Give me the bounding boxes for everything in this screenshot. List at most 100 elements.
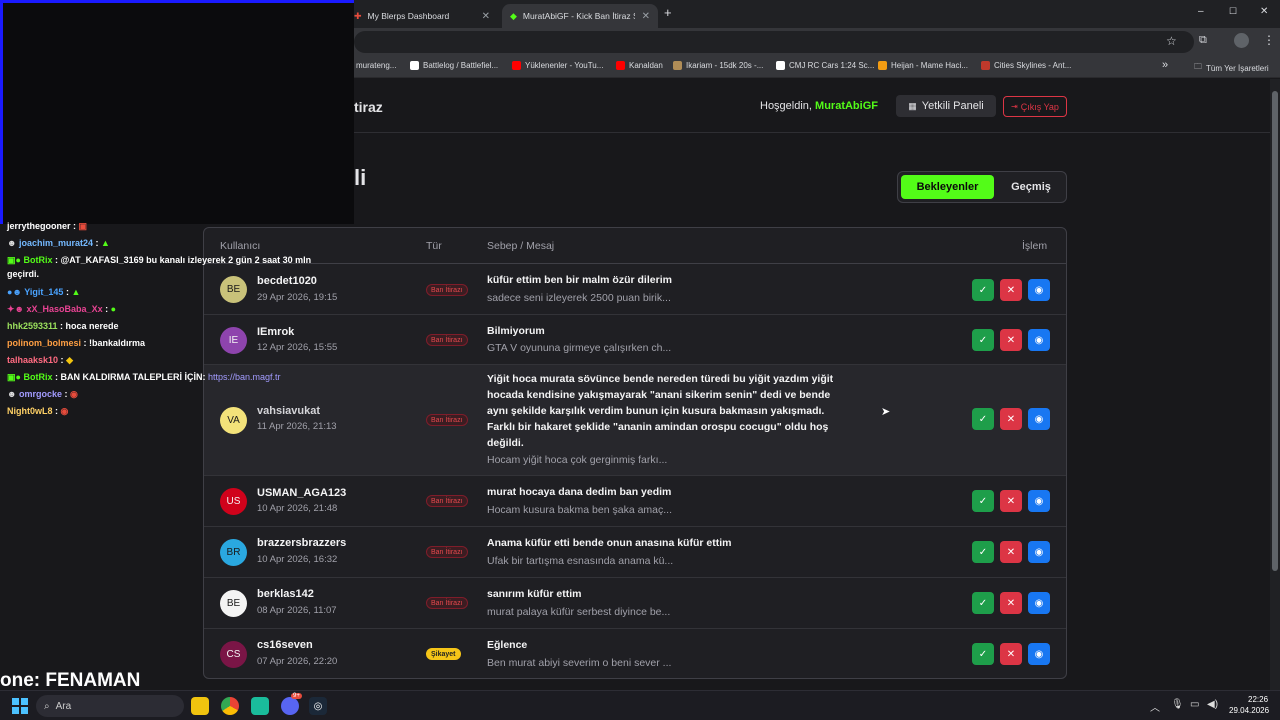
welcome-text: Hoşgeldin, MuratAbiGF <box>760 100 878 112</box>
tab-blerps[interactable]: ✚ My Blerps Dashboard ✕ <box>346 4 498 28</box>
view-button[interactable]: ◉ <box>1028 329 1050 351</box>
address-bar[interactable] <box>354 31 1194 53</box>
table-row: BR brazzersbrazzers 10 Apr 2026, 16:32 B… <box>204 527 1066 578</box>
reject-button[interactable]: ✕ <box>1000 329 1022 351</box>
row-message: murat palaya küfür serbest diyince be... <box>487 606 671 618</box>
bookmark-item[interactable]: murateng... <box>356 61 396 70</box>
type-badge: Ban İtirazı <box>426 334 468 346</box>
bookmark-item[interactable]: Heijan - Mame Haci... <box>878 61 968 70</box>
approve-button[interactable]: ✓ <box>972 541 994 563</box>
extensions-icon[interactable]: ⧉ <box>1199 34 1207 47</box>
bookmarks-overflow-button[interactable]: » <box>1162 59 1168 71</box>
chat-line: talhaaksk10 : ◆ <box>7 355 73 366</box>
close-icon[interactable]: ✕ <box>482 11 490 22</box>
tray-chevron-icon[interactable]: ︿ <box>1150 699 1160 714</box>
stream-overlay-text: one: FENAMAN <box>0 670 141 691</box>
bookmark-item[interactable]: Kanaldan <box>616 61 663 70</box>
approve-button[interactable]: ✓ <box>972 408 994 430</box>
site-title: tiraz <box>354 99 383 115</box>
chat-link[interactable]: https://ban.magf.tr <box>208 372 281 382</box>
view-button[interactable]: ◉ <box>1028 541 1050 563</box>
row-username: brazzersbrazzers <box>257 537 347 549</box>
bookmark-item[interactable]: Cities Skylines - Ant... <box>981 61 1071 70</box>
chat-line: ✦☻ xX_HasoBaba_Xx : ● <box>7 304 116 315</box>
row-subject: Bilmiyorum <box>487 325 545 337</box>
scrollbar-thumb[interactable] <box>1272 91 1278 571</box>
reject-button[interactable]: ✕ <box>1000 643 1022 665</box>
view-button[interactable]: ◉ <box>1028 592 1050 614</box>
discord-icon[interactable]: 9+ <box>281 693 302 715</box>
row-date: 11 Apr 2026, 21:13 <box>257 421 337 432</box>
close-icon[interactable]: ✕ <box>642 11 650 22</box>
chat-username: talhaaksk10 <box>7 355 59 365</box>
approve-button[interactable]: ✓ <box>972 329 994 351</box>
bookmark-item[interactable]: Yüklenenler - YouTu... <box>512 61 603 70</box>
bookmark-label: Battlelog / Battlefiel... <box>423 61 499 70</box>
clock-time[interactable]: 22:26 <box>1248 695 1268 704</box>
filter-pending-button[interactable]: Bekleyenler <box>901 175 994 199</box>
row-subject: Anama küfür etti bende onun anasına küfü… <box>487 537 732 549</box>
reject-button[interactable]: ✕ <box>1000 490 1022 512</box>
bookmark-item[interactable]: Battlelog / Battlefiel... <box>410 61 498 70</box>
view-button[interactable]: ◉ <box>1028 643 1050 665</box>
approve-button[interactable]: ✓ <box>972 592 994 614</box>
taskbar-search[interactable]: ⌕ Ara <box>36 695 184 717</box>
page-scrollbar[interactable] <box>1270 79 1280 691</box>
chat-username: Yigit_145 <box>24 287 64 297</box>
clock-date[interactable]: 29.04.2026 <box>1229 706 1269 715</box>
view-button[interactable]: ◉ <box>1028 490 1050 512</box>
approve-button[interactable]: ✓ <box>972 279 994 301</box>
stream-video-overlay <box>0 0 354 224</box>
bookmark-label: Heijan - Mame Haci... <box>891 61 968 70</box>
new-tab-button[interactable]: + <box>664 5 672 20</box>
reject-button[interactable]: ✕ <box>1000 592 1022 614</box>
volume-icon[interactable]: ◀) <box>1207 699 1218 710</box>
reject-button[interactable]: ✕ <box>1000 408 1022 430</box>
chat-line: hhk2593311 : hoca nerede <box>7 321 119 331</box>
row-message: Hocam kusura bakma ben şaka amaç... <box>487 504 673 516</box>
tab-kick-ban[interactable]: ◆ MuratAbiGF - Kick Ban İtiraz Sis ✕ <box>502 4 658 28</box>
menu-icon[interactable]: ⋮ <box>1263 33 1275 47</box>
youtube-icon <box>512 61 521 70</box>
filter-toggle: Bekleyenler Geçmiş <box>897 171 1067 203</box>
chat-username: Night0wL8 <box>7 406 53 416</box>
filter-history-button[interactable]: Geçmiş <box>998 175 1064 199</box>
panel-icon: ▦ <box>908 100 917 111</box>
file-explorer-icon[interactable] <box>191 697 209 715</box>
chat-text: : !bankaldırma <box>81 338 146 348</box>
eye-icon: ◉ <box>1034 597 1044 609</box>
type-badge: Şikayet <box>426 648 461 660</box>
admin-panel-button[interactable]: ▦ Yetkili Paneli <box>896 95 996 117</box>
eye-icon: ◉ <box>1034 495 1044 507</box>
view-button[interactable]: ◉ <box>1028 279 1050 301</box>
row-message: Hocam yiğit hoca çok gerginmiş farkı... <box>487 454 668 466</box>
type-badge: Ban İtirazı <box>426 414 468 426</box>
reject-button[interactable]: ✕ <box>1000 279 1022 301</box>
app-icon[interactable] <box>251 697 269 715</box>
profile-icon[interactable] <box>1234 33 1249 48</box>
folder-icon: 🗀 <box>1194 62 1202 71</box>
steam-icon[interactable]: ◎ <box>309 697 327 715</box>
minimize-button[interactable]: – <box>1198 6 1204 17</box>
approve-button[interactable]: ✓ <box>972 643 994 665</box>
view-button[interactable]: ◉ <box>1028 408 1050 430</box>
chat-username: jerrythegooner <box>7 221 71 231</box>
maximize-button[interactable]: ☐ <box>1229 6 1237 17</box>
table-row: CS cs16seven 07 Apr 2026, 22:20 Şikayet … <box>204 629 1066 678</box>
badge-icon: ☻ <box>7 389 17 399</box>
chrome-icon[interactable] <box>221 697 239 715</box>
all-bookmarks-button[interactable]: 🗀 Tüm Yer İşaretleri <box>1194 61 1269 75</box>
close-window-button[interactable]: ✕ <box>1260 6 1268 17</box>
microphone-icon[interactable]: 🎙 <box>1171 699 1184 710</box>
eye-icon: ◉ <box>1034 334 1044 346</box>
bookmark-item[interactable]: Ikariam - 15dk 20s -... <box>673 61 763 70</box>
eye-icon: ◉ <box>1034 413 1044 425</box>
windows-taskbar: ⌕ Ara 9+ ◎ ︿ 🎙 ▭ ◀) 22:26 29.04.2026 <box>0 690 1280 720</box>
logout-button[interactable]: ⇥ Çıkış Yap <box>1003 96 1067 117</box>
network-icon[interactable]: ▭ <box>1190 699 1199 710</box>
bookmark-item[interactable]: CMJ RC Cars 1:24 Sc... <box>776 61 874 70</box>
reject-button[interactable]: ✕ <box>1000 541 1022 563</box>
start-button[interactable] <box>12 698 28 714</box>
approve-button[interactable]: ✓ <box>972 490 994 512</box>
star-icon[interactable]: ☆ <box>1166 34 1177 48</box>
